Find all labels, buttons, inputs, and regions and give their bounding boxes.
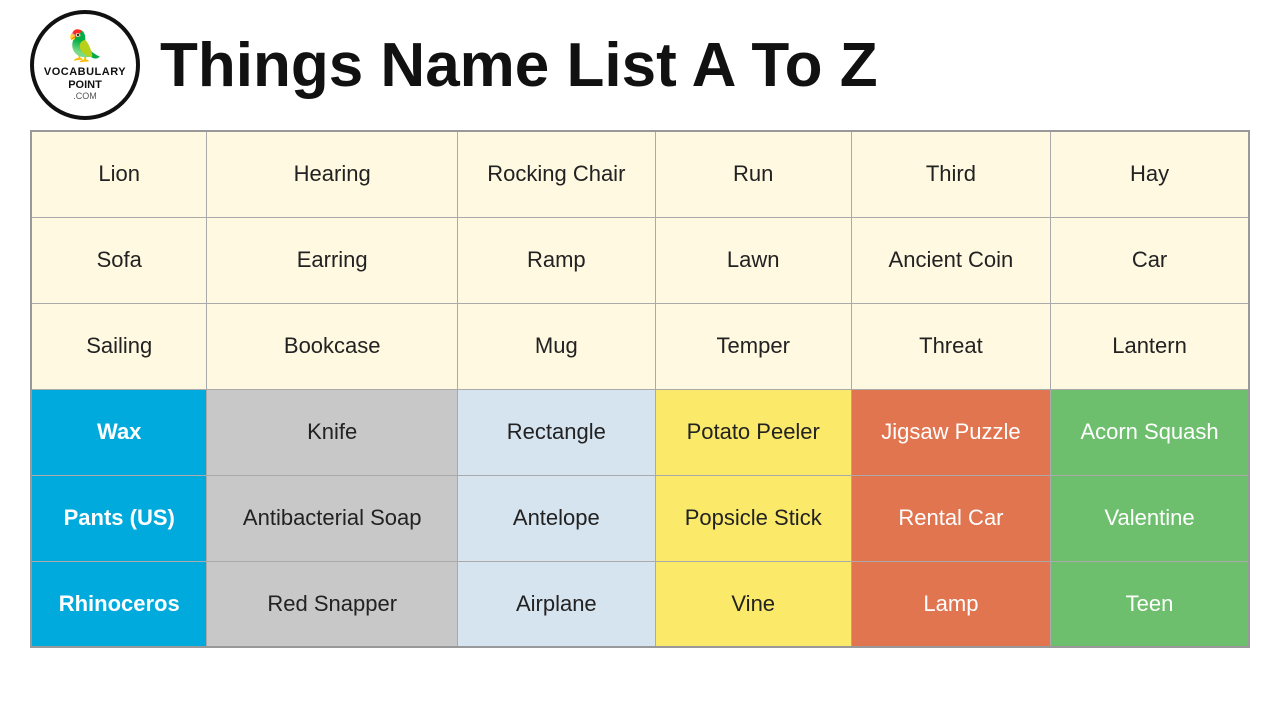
logo: 🦜 VOCABULARY POINT .COM [30, 10, 140, 120]
table-cell: Lion [31, 131, 207, 217]
table-cell: Lawn [655, 217, 851, 303]
table-cell: Pants (US) [31, 475, 207, 561]
table-cell: Ramp [457, 217, 655, 303]
table-cell: Knife [207, 389, 458, 475]
table-cell: Car [1051, 217, 1249, 303]
table-cell: Third [851, 131, 1050, 217]
table-cell: Antelope [457, 475, 655, 561]
vocabulary-table: LionHearingRocking ChairRunThirdHaySofaE… [30, 130, 1250, 648]
table-row: SailingBookcaseMugTemperThreatLantern [31, 303, 1249, 389]
table-row: SofaEarringRampLawnAncient CoinCar [31, 217, 1249, 303]
table-cell: Sofa [31, 217, 207, 303]
table-cell: Valentine [1051, 475, 1249, 561]
table-cell: Potato Peeler [655, 389, 851, 475]
table-cell: Rocking Chair [457, 131, 655, 217]
table-cell: Teen [1051, 561, 1249, 647]
table-cell: Threat [851, 303, 1050, 389]
table-cell: Red Snapper [207, 561, 458, 647]
table-cell: Antibacterial Soap [207, 475, 458, 561]
table-cell: Sailing [31, 303, 207, 389]
logo-com: .COM [73, 91, 97, 101]
table-cell: Hay [1051, 131, 1249, 217]
page-header: 🦜 VOCABULARY POINT .COM Things Name List… [0, 0, 1280, 130]
table-row: WaxKnifeRectanglePotato PeelerJigsaw Puz… [31, 389, 1249, 475]
logo-point: POINT [68, 79, 102, 91]
table-cell: Rectangle [457, 389, 655, 475]
table-cell: Temper [655, 303, 851, 389]
table-cell: Acorn Squash [1051, 389, 1249, 475]
table-cell: Popsicle Stick [655, 475, 851, 561]
table-cell: Run [655, 131, 851, 217]
logo-vocab: VOCABULARY [44, 66, 126, 78]
table-cell: Hearing [207, 131, 458, 217]
table-cell: Lamp [851, 561, 1050, 647]
page-title: Things Name List A To Z [160, 30, 878, 101]
table-cell: Rental Car [851, 475, 1050, 561]
table-row: Pants (US)Antibacterial SoapAntelopePops… [31, 475, 1249, 561]
table-cell: Bookcase [207, 303, 458, 389]
table-cell: Rhinoceros [31, 561, 207, 647]
table-row: LionHearingRocking ChairRunThirdHay [31, 131, 1249, 217]
table-cell: Wax [31, 389, 207, 475]
table-wrapper: LionHearingRocking ChairRunThirdHaySofaE… [0, 130, 1280, 648]
table-cell: Jigsaw Puzzle [851, 389, 1050, 475]
table-cell: Airplane [457, 561, 655, 647]
table-row: RhinocerosRed SnapperAirplaneVineLampTee… [31, 561, 1249, 647]
table-cell: Earring [207, 217, 458, 303]
table-cell: Vine [655, 561, 851, 647]
table-cell: Mug [457, 303, 655, 389]
table-cell: Lantern [1051, 303, 1249, 389]
table-cell: Ancient Coin [851, 217, 1050, 303]
